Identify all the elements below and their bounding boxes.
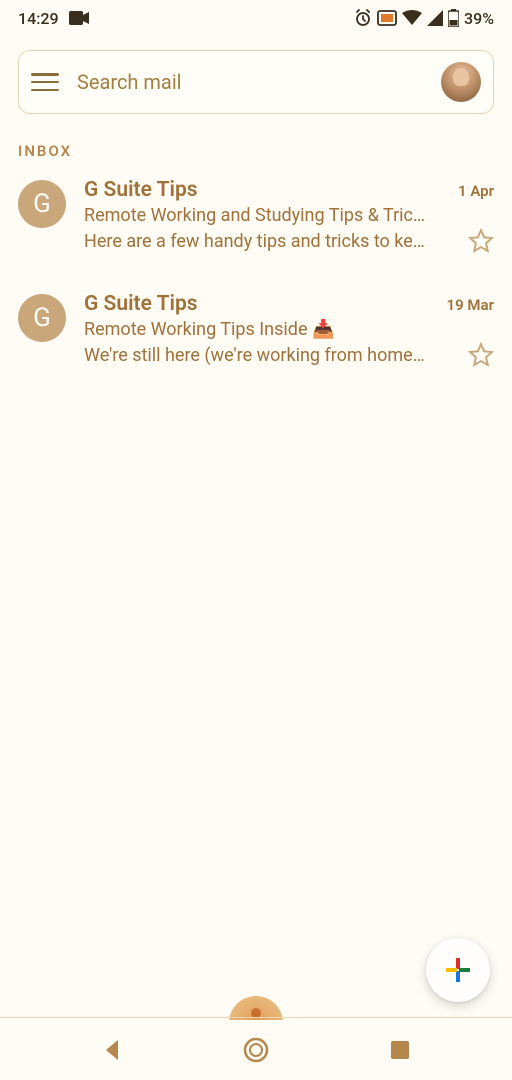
- status-left: 14:29: [18, 9, 89, 28]
- navigation-bar: [0, 1020, 512, 1080]
- email-subject: Remote Working Tips Inside 📥: [84, 319, 494, 340]
- search-bar[interactable]: Search mail: [18, 50, 494, 114]
- email-preview: We're still here (we're working from hom…: [84, 345, 458, 366]
- menu-icon[interactable]: [31, 72, 59, 92]
- battery-percent: 39%: [464, 9, 494, 28]
- profile-avatar[interactable]: [441, 62, 481, 102]
- search-input[interactable]: Search mail: [77, 70, 423, 94]
- email-date: 19 Mar: [447, 296, 494, 314]
- star-button[interactable]: [468, 342, 494, 368]
- email-subject: Remote Working and Studying Tips & Tric…: [84, 205, 494, 226]
- cast-icon: [377, 10, 397, 26]
- email-sender: G Suite Tips: [84, 292, 198, 316]
- divider: [0, 1017, 512, 1018]
- sender-avatar[interactable]: G: [18, 180, 66, 228]
- email-content[interactable]: G Suite Tips 19 Mar Remote Working Tips …: [84, 292, 494, 368]
- email-list: G G Suite Tips 1 Apr Remote Working and …: [0, 178, 512, 368]
- clock-time: 14:29: [18, 9, 59, 28]
- wifi-icon: [402, 10, 422, 26]
- video-icon: [69, 11, 89, 25]
- email-preview: Here are a few handy tips and tricks to …: [84, 231, 458, 252]
- compose-button[interactable]: [426, 938, 490, 1002]
- email-date: 1 Apr: [458, 182, 494, 200]
- email-item[interactable]: G G Suite Tips 1 Apr Remote Working and …: [18, 178, 494, 254]
- alarm-icon: [354, 9, 372, 27]
- battery-icon: [448, 9, 459, 27]
- star-button[interactable]: [468, 228, 494, 254]
- status-right: 39%: [354, 9, 494, 28]
- plus-icon: [443, 955, 473, 985]
- status-bar: 14:29 39%: [0, 0, 512, 36]
- email-content[interactable]: G Suite Tips 1 Apr Remote Working and St…: [84, 178, 494, 254]
- signal-icon: [427, 10, 443, 26]
- email-item[interactable]: G G Suite Tips 19 Mar Remote Working Tip…: [18, 292, 494, 368]
- email-sender: G Suite Tips: [84, 178, 198, 202]
- sender-avatar[interactable]: G: [18, 294, 66, 342]
- back-button[interactable]: [97, 1035, 127, 1065]
- home-button[interactable]: [241, 1035, 271, 1065]
- inbox-label: INBOX: [0, 114, 512, 178]
- recents-button[interactable]: [385, 1035, 415, 1065]
